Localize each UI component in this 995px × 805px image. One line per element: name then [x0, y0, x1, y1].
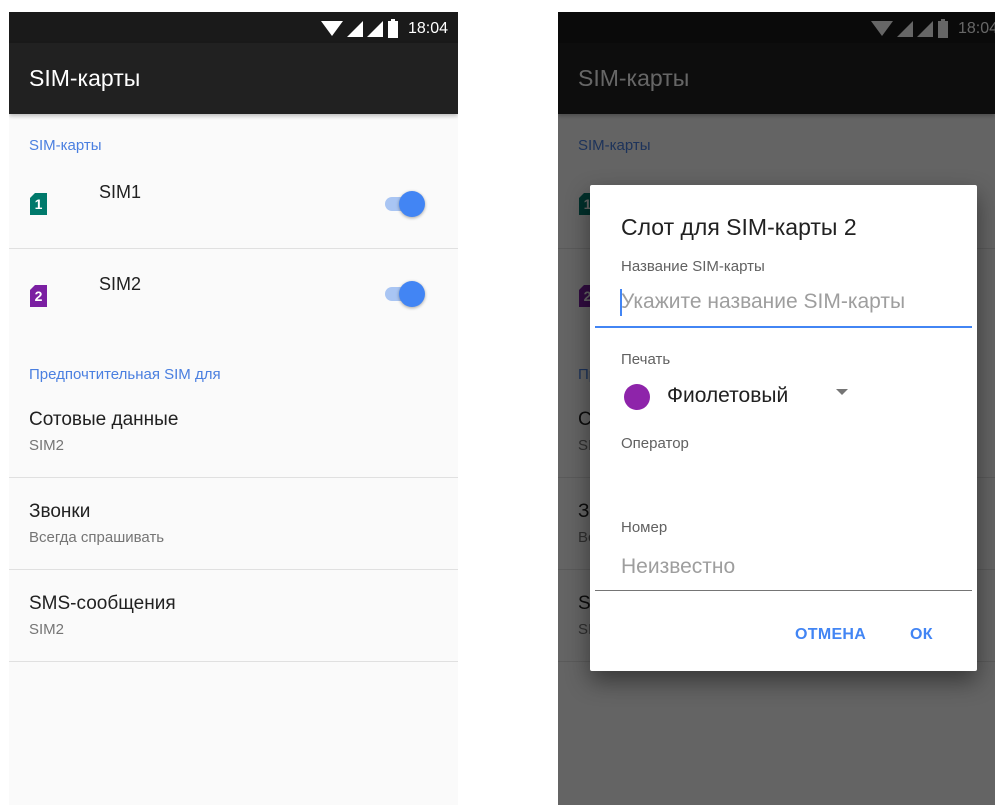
- section-header-sims: SIM-карты: [29, 137, 102, 154]
- section-header-preferred: Предпочтительная SIM для: [29, 366, 221, 383]
- text-cursor: [620, 289, 622, 316]
- ok-button[interactable]: ОК: [910, 626, 933, 644]
- preferred-item-value: SIM2: [29, 621, 65, 638]
- divider: [9, 569, 458, 570]
- wifi-icon: [320, 20, 343, 37]
- number-label: Номер: [621, 519, 668, 536]
- preferred-item-title: SMS-сообщения: [29, 593, 176, 614]
- app-bar: SIM-карты: [9, 43, 458, 114]
- sim-card-number: 2: [34, 288, 43, 304]
- sim-name: SIM2: [99, 274, 142, 294]
- dialog-title: Слот для SIM-карты 2: [621, 214, 857, 240]
- sim-slot-dialog: Слот для SIM-карты 2 Название SIM-карты …: [590, 185, 995, 671]
- sim-name-underline: [595, 326, 972, 328]
- signal-sim2-icon: [366, 20, 383, 37]
- preferred-item-title: Звонки: [29, 501, 91, 522]
- battery-icon: [387, 19, 399, 38]
- cancel-button[interactable]: ОТМЕНА: [795, 626, 866, 644]
- toggle-thumb: [399, 191, 425, 217]
- status-time: 18:04: [407, 19, 448, 37]
- color-label: Печать: [621, 351, 671, 368]
- sim-card-icon: 2: [30, 285, 47, 307]
- sim-settings-screen-dialog: 18:04 SIM-карты SIM-карты 1 2 Предпочтит…: [558, 12, 995, 805]
- color-swatch: [624, 384, 650, 410]
- status-bar: 18:04: [9, 12, 458, 43]
- divider: [9, 661, 458, 662]
- divider: [9, 477, 458, 478]
- sim1-toggle[interactable]: [382, 190, 426, 218]
- sim-card-number: 1: [34, 196, 43, 212]
- sim-name: SIM1: [99, 182, 142, 202]
- dropdown-arrow-icon: [836, 389, 848, 395]
- operator-label: Оператор: [621, 435, 689, 452]
- toggle-thumb: [399, 281, 425, 307]
- preferred-item-title: Сотовые данные: [29, 409, 179, 430]
- page-title: SIM-карты: [29, 65, 141, 91]
- preferred-item-value: Всегда спрашивать: [29, 529, 165, 546]
- sim-card-icon: 1: [30, 193, 47, 215]
- sim-name-label: Название SIM-карты: [621, 258, 765, 275]
- sim2-toggle[interactable]: [382, 280, 426, 308]
- color-value: Фиолетовый: [667, 384, 789, 407]
- signal-sim1-icon: [346, 20, 363, 37]
- preferred-item-value: SIM2: [29, 437, 65, 454]
- sim-settings-screen: 18:04 SIM-карты SIM-карты 1 SIM1 2 SIM2 …: [9, 12, 458, 805]
- number-value: Неизвестно: [621, 555, 736, 578]
- number-underline: [595, 590, 972, 591]
- sim-name-input[interactable]: [595, 289, 995, 315]
- divider: [9, 248, 458, 249]
